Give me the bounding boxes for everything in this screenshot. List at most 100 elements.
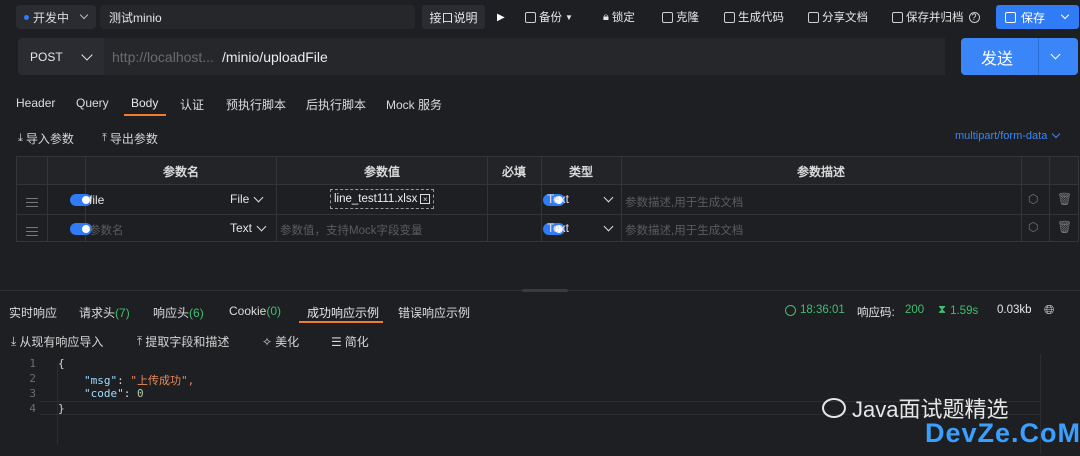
desc-input[interactable]: 参数描述,用于生成文档 bbox=[625, 222, 743, 238]
cube-icon[interactable]: ⬡ bbox=[1028, 192, 1038, 206]
chevron-down-icon bbox=[79, 10, 89, 20]
send-label: 发送 bbox=[981, 50, 1014, 68]
import-from-response-button[interactable]: ⤓ 从现有响应导入 bbox=[11, 333, 103, 350]
time-value: 18:36:01 bbox=[800, 304, 845, 316]
col-header-type: 类型 bbox=[568, 164, 593, 179]
drag-handle-icon[interactable] bbox=[26, 227, 38, 236]
field-type-label: File bbox=[230, 192, 250, 206]
file-name: line_test111.xlsx bbox=[334, 193, 418, 205]
code-line: "msg": "上传成功", bbox=[84, 374, 195, 387]
upload-icon: ⤒ bbox=[137, 334, 143, 348]
tab-response-headers[interactable]: 响应头(6) bbox=[153, 304, 204, 321]
tab-cookie[interactable]: Cookie(0) bbox=[229, 304, 281, 318]
param-name[interactable]: file bbox=[89, 193, 104, 207]
help-icon[interactable]: ? bbox=[968, 11, 980, 23]
param-name-input[interactable]: 参数名 bbox=[89, 222, 124, 238]
tab-cookie-label: Cookie bbox=[229, 304, 267, 318]
code-line: "code": 0 bbox=[84, 387, 144, 400]
type-select[interactable]: Text bbox=[547, 192, 614, 206]
save-button[interactable]: 保存 bbox=[996, 5, 1079, 29]
beautify-button[interactable]: ✧ 美化 bbox=[262, 333, 299, 350]
cube-icon[interactable]: ⬡ bbox=[1028, 220, 1038, 234]
env-selector[interactable]: 开发中 bbox=[16, 5, 96, 29]
tab-response-headers-label: 响应头 bbox=[153, 306, 190, 320]
url-input[interactable]: http://localhost... /minio/uploadFile bbox=[104, 38, 945, 75]
tab-error-example[interactable]: 错误响应示例 bbox=[398, 304, 470, 321]
status-label: 响应码: bbox=[857, 307, 895, 319]
response-time: 18:36:01 bbox=[785, 304, 845, 316]
api-doc-label: 接口说明 bbox=[429, 10, 478, 25]
clone-label: 克隆 bbox=[676, 12, 699, 24]
save-archive-button[interactable]: 保存并归档? bbox=[892, 6, 980, 28]
trash-icon[interactable]: 🗑︎ bbox=[1057, 220, 1072, 234]
save-dropdown-icon[interactable] bbox=[1060, 10, 1070, 20]
tab-auth[interactable]: 认证 bbox=[180, 96, 204, 113]
share-doc-button[interactable]: 分享文档 bbox=[808, 6, 868, 28]
file-chip[interactable]: line_test111.xlsx × bbox=[330, 189, 435, 209]
tab-header[interactable]: Header bbox=[16, 96, 55, 110]
tab-post-script[interactable]: 后执行脚本 bbox=[306, 96, 366, 113]
export-params-label: 导出参数 bbox=[109, 132, 158, 146]
type-select[interactable]: Text bbox=[547, 221, 614, 235]
duration-value: 1.59s bbox=[950, 304, 979, 317]
response-size: 0.03kb bbox=[997, 304, 1032, 316]
clone-button[interactable]: 克隆 bbox=[662, 6, 699, 28]
send-dropdown-icon[interactable] bbox=[1050, 49, 1061, 60]
extract-fields-button[interactable]: ⤒ 提取字段和描述 bbox=[137, 333, 229, 350]
lock-icon: 🔒︎ bbox=[603, 10, 609, 23]
tab-mock[interactable]: Mock 服务 bbox=[386, 96, 442, 113]
chevron-down-icon bbox=[253, 192, 264, 202]
simplify-button[interactable]: ☰ 简化 bbox=[331, 333, 369, 350]
type-label: Text bbox=[547, 221, 570, 235]
req-header-count: 7 bbox=[119, 306, 126, 320]
param-value-input[interactable]: 参数值，支持Mock字段变量 bbox=[280, 222, 422, 238]
chevron-down-icon bbox=[603, 192, 614, 202]
type-label: Text bbox=[547, 192, 570, 206]
tab-live-response[interactable]: 实时响应 bbox=[9, 304, 57, 321]
response-duration: ⧗ 1.59s bbox=[938, 304, 978, 317]
remove-file-icon[interactable]: × bbox=[420, 194, 431, 204]
upload-icon: ⤒ bbox=[102, 132, 107, 144]
method-label: POST bbox=[30, 49, 63, 64]
save-icon bbox=[1005, 11, 1016, 23]
import-params-label: 导入参数 bbox=[25, 132, 74, 146]
wechat-icon bbox=[822, 398, 846, 418]
tab-query[interactable]: Query bbox=[76, 96, 109, 110]
gen-code-label: 生成代码 bbox=[738, 12, 784, 24]
trash-icon[interactable]: 🗑︎ bbox=[1057, 192, 1072, 206]
field-type-select[interactable]: Text bbox=[230, 221, 267, 235]
watermark-site: DevZe.CoM bbox=[925, 418, 1080, 448]
field-type-select[interactable]: File bbox=[230, 192, 264, 206]
tab-body[interactable]: Body bbox=[131, 96, 158, 110]
lock-button[interactable]: 🔒︎ 锁定 bbox=[603, 6, 635, 28]
share-doc-label: 分享文档 bbox=[822, 12, 868, 24]
import-params-button[interactable]: ⤓ 导入参数 bbox=[18, 130, 74, 147]
send-button[interactable]: 发送 bbox=[961, 38, 1078, 75]
api-name-input[interactable]: 测试minio bbox=[100, 5, 415, 29]
params-table: 参数名 参数值 必填 类型 参数描述 file File line_test11… bbox=[16, 156, 1079, 242]
hourglass-icon: ⧗ bbox=[938, 304, 947, 316]
backup-icon bbox=[525, 11, 536, 23]
globe-icon[interactable]: 🌐︎ bbox=[1044, 302, 1054, 318]
active-response-tab-indicator bbox=[299, 321, 383, 323]
content-type-select[interactable]: multipart/form-data bbox=[955, 129, 1061, 142]
api-doc-button[interactable]: 接口说明 bbox=[422, 5, 485, 29]
drag-handle-icon[interactable] bbox=[26, 198, 38, 207]
backup-button[interactable]: 备份 ▼ bbox=[525, 6, 573, 28]
tab-request-headers-label: 请求头 bbox=[79, 306, 116, 320]
tab-request-headers[interactable]: 请求头(7) bbox=[79, 304, 130, 321]
gen-code-button[interactable]: 生成代码 bbox=[724, 6, 784, 28]
method-select[interactable]: POST bbox=[18, 38, 104, 75]
desc-input[interactable]: 参数描述,用于生成文档 bbox=[625, 194, 743, 210]
tab-pre-script[interactable]: 预执行脚本 bbox=[226, 96, 286, 113]
chevron-down-icon bbox=[81, 48, 93, 61]
tab-success-example[interactable]: 成功响应示例 bbox=[307, 304, 379, 321]
line-number: 1 bbox=[29, 357, 36, 370]
run-button[interactable]: ▶ bbox=[497, 6, 505, 28]
import-from-response-label: 从现有响应导入 bbox=[19, 335, 104, 349]
play-icon: ▶ bbox=[497, 11, 505, 23]
download-icon: ⤓ bbox=[11, 334, 17, 348]
export-params-button[interactable]: ⤒ 导出参数 bbox=[102, 130, 158, 147]
splitter-handle[interactable] bbox=[522, 289, 568, 292]
line-number: 3 bbox=[29, 387, 36, 400]
